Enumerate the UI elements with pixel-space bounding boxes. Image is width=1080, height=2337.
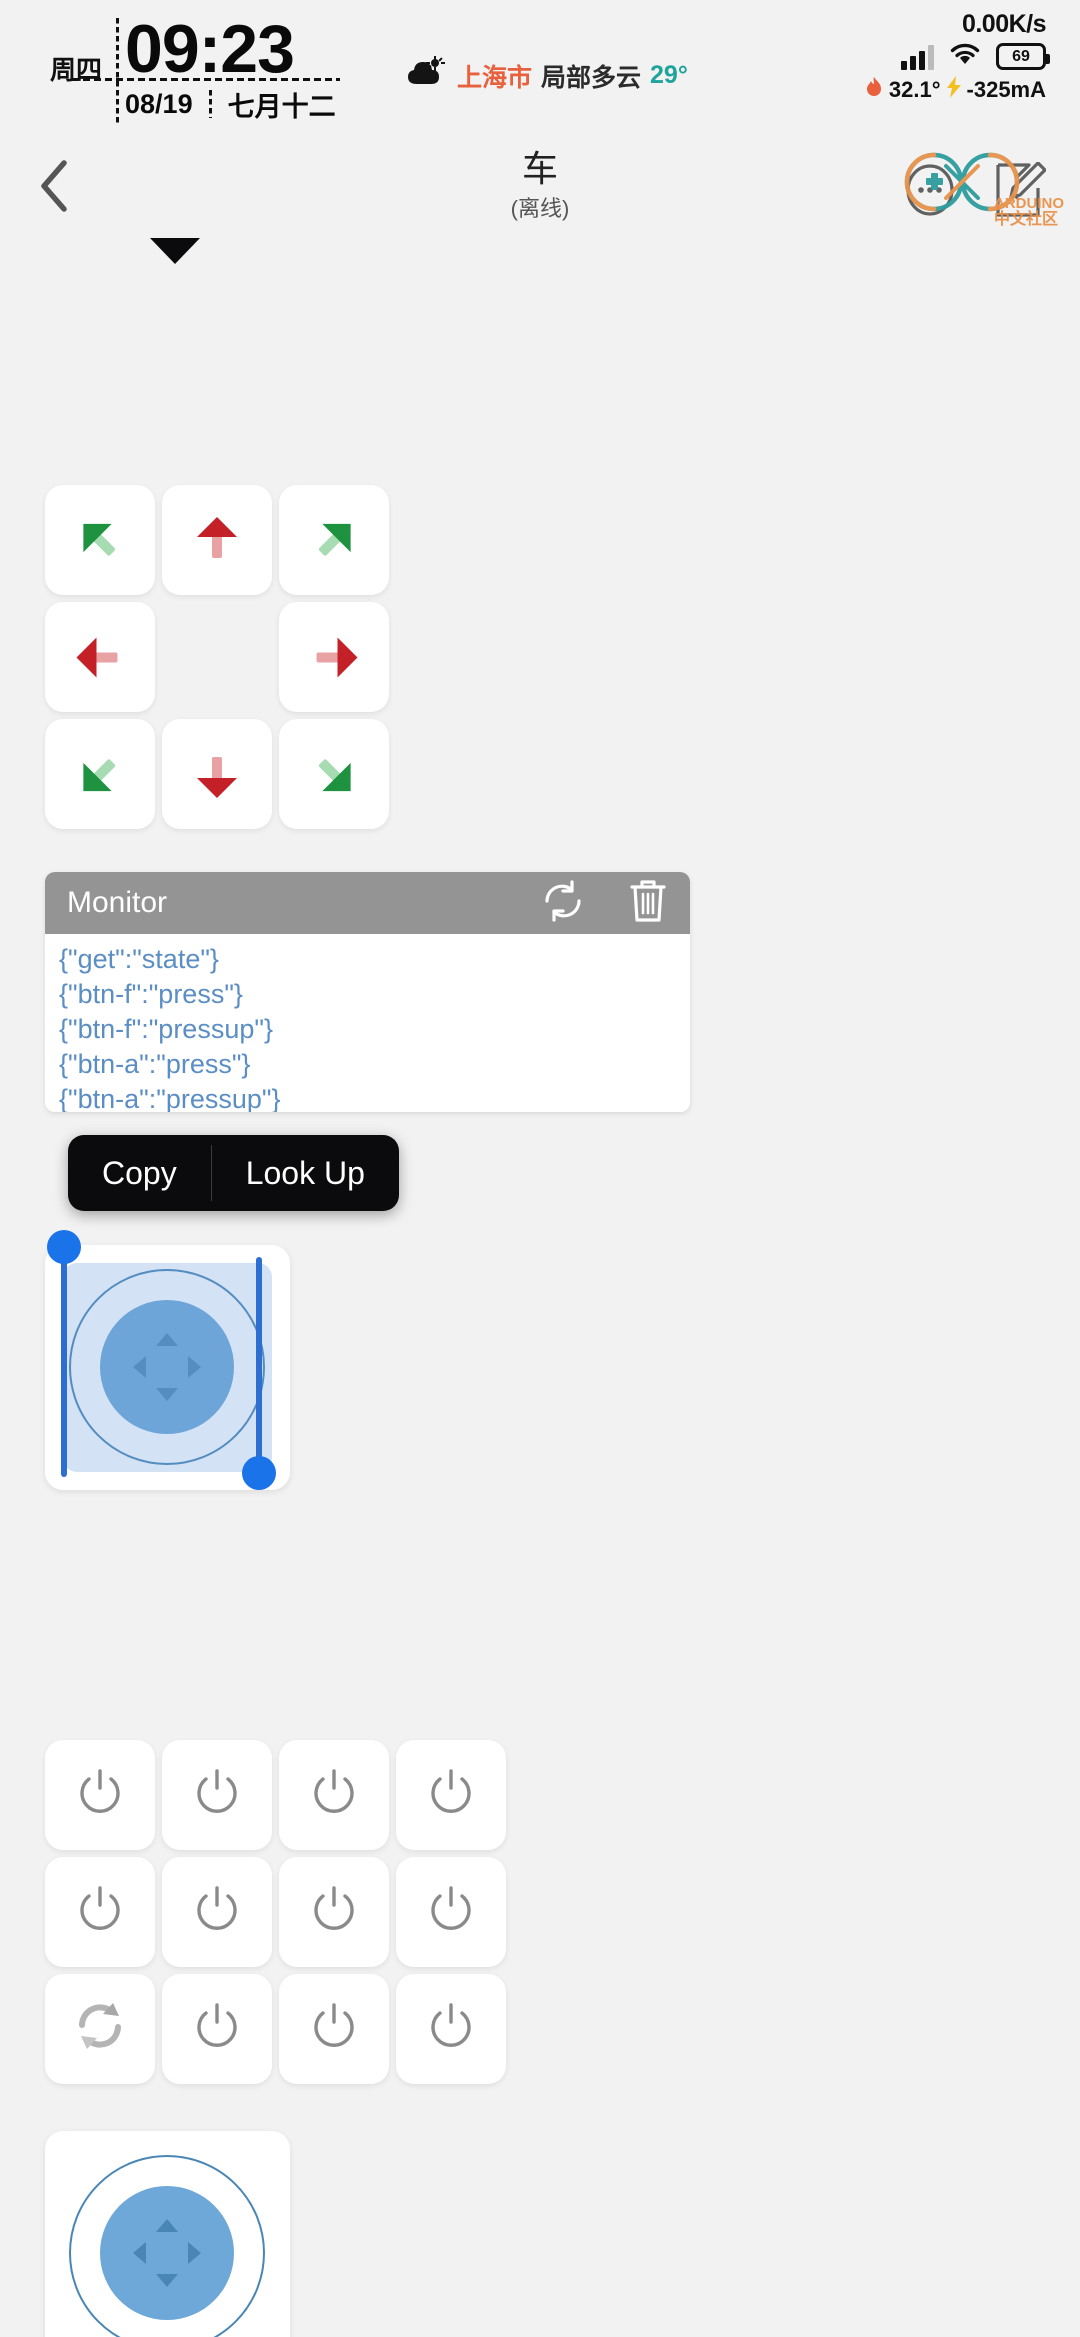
arrow-down-right-button[interactable]: [279, 719, 389, 829]
weekday-label: 周四: [50, 18, 110, 124]
clock-time: 09:23: [125, 11, 295, 87]
arrow-up-right-button[interactable]: [279, 485, 389, 595]
power-icon: [72, 1765, 128, 1826]
power-button-10[interactable]: [162, 1974, 272, 2084]
power-icon: [306, 1765, 362, 1826]
monitor-header: Monitor: [45, 872, 690, 934]
context-menu-lookup[interactable]: Look Up: [212, 1135, 399, 1211]
cellular-signal-icon: [901, 44, 934, 70]
status-bar: 周四 09:23 08/19 七月十二 上海市 局部多云 29° 0.00K/s…: [0, 0, 1080, 140]
power-button-12[interactable]: [396, 1974, 506, 2084]
power-button-4[interactable]: [396, 1740, 506, 1850]
joystick-face[interactable]: [45, 2131, 290, 2337]
monitor-title: Monitor: [67, 886, 168, 919]
bolt-icon: [946, 76, 962, 104]
watermark-community: 中文社区: [994, 209, 1058, 228]
weather-temperature: 29°: [650, 61, 688, 89]
context-menu-copy[interactable]: Copy: [68, 1135, 211, 1211]
clock-lunar: 七月十二: [227, 91, 336, 122]
arrow-down-left-button[interactable]: [45, 719, 155, 829]
battery-level: 69: [1012, 47, 1030, 65]
power-button-8[interactable]: [396, 1857, 506, 1967]
cpu-temperature: 32.1°: [888, 77, 941, 102]
refresh-button-9[interactable]: [45, 1974, 155, 2084]
power-button-2[interactable]: [162, 1740, 272, 1850]
arrow-left-button[interactable]: [45, 602, 155, 712]
arrow-down-right-icon: [293, 733, 376, 816]
power-button-11[interactable]: [279, 1974, 389, 2084]
selection-handle-top-left[interactable]: [47, 1230, 81, 1264]
clock-widget: 周四 09:23 08/19 七月十二: [50, 11, 336, 124]
monitor-log[interactable]: {"get":"state"} {"btn-f":"press"} {"btn-f"…: [45, 934, 690, 1112]
clock-date: 08/19: [125, 88, 193, 119]
selection-bar-left[interactable]: [61, 1245, 67, 1477]
power-icon: [423, 1999, 479, 2060]
monitor-log-line[interactable]: {"get":"state"}: [59, 942, 676, 977]
monitor-refresh-button[interactable]: [540, 879, 586, 927]
power-icon: [306, 1882, 362, 1943]
battery-icon: 69: [996, 43, 1050, 70]
power-button-3[interactable]: [279, 1740, 389, 1850]
clock-divider: [116, 18, 120, 124]
arrow-right-button[interactable]: [279, 602, 389, 712]
status-right-group: 0.00K/s 69 32.1° -325mA: [864, 10, 1050, 104]
arrow-left-icon: [70, 629, 131, 685]
sync-refresh-icon: [72, 1999, 128, 2060]
power-button-6[interactable]: [162, 1857, 272, 1967]
monitor-log-line[interactable]: {"btn-f":"pressup"}: [59, 1012, 676, 1047]
power-button-5[interactable]: [45, 1857, 155, 1967]
power-button-7[interactable]: [279, 1857, 389, 1967]
arrow-down-button[interactable]: [162, 719, 272, 829]
weather-widget: 上海市 局部多云 29°: [408, 56, 688, 95]
power-icon: [189, 1999, 245, 2060]
power-icon: [423, 1765, 479, 1826]
arrow-right-icon: [304, 629, 365, 685]
arrow-up-button[interactable]: [162, 485, 272, 595]
date-divider: [208, 90, 212, 119]
flame-icon: [864, 76, 884, 104]
wifi-icon: [948, 41, 982, 72]
arrow-down-left-icon: [59, 733, 142, 816]
network-speed: 0.00K/s: [961, 10, 1047, 38]
context-menu: Copy Look Up: [68, 1135, 399, 1211]
partly-cloudy-icon: [408, 56, 448, 95]
joystick-face-selected[interactable]: [45, 1245, 290, 1490]
power-icon: [189, 1765, 245, 1826]
arduino-community-watermark: ARDUINO 中文社区: [890, 144, 1066, 228]
monitor-panel[interactable]: Monitor {"get":"state"} {"btn-f":"press"…: [45, 872, 690, 1112]
monitor-log-line[interactable]: {"btn-a":"pressup"}: [59, 1082, 676, 1112]
joystick-widget-selected[interactable]: [45, 1230, 290, 1490]
power-icon: [306, 1999, 362, 2060]
arrow-up-icon: [189, 510, 245, 571]
monitor-log-line[interactable]: {"btn-f":"press"}: [59, 977, 676, 1012]
weather-city: 上海市: [457, 63, 533, 92]
monitor-log-line[interactable]: {"btn-a":"press"}: [59, 1047, 676, 1082]
arrow-up-right-icon: [293, 499, 376, 582]
watermark-brand: ARDUINO: [994, 195, 1064, 212]
arrow-down-icon: [189, 744, 245, 805]
monitor-clear-button[interactable]: [628, 879, 668, 928]
clock-horizontal-divider: [72, 78, 340, 81]
selection-bar-right[interactable]: [256, 1257, 262, 1489]
power-button-1[interactable]: [45, 1740, 155, 1850]
context-menu-pointer: [150, 238, 200, 264]
joystick-widget[interactable]: [45, 2131, 290, 2337]
power-icon: [423, 1882, 479, 1943]
arrow-up-left-button[interactable]: [45, 485, 155, 595]
power-icon: [72, 1882, 128, 1943]
power-icon: [189, 1882, 245, 1943]
weather-condition: 局部多云: [541, 63, 642, 92]
current-draw: -325mA: [966, 77, 1046, 102]
selection-handle-bottom-right[interactable]: [242, 1456, 276, 1490]
arrow-up-left-icon: [59, 499, 142, 582]
